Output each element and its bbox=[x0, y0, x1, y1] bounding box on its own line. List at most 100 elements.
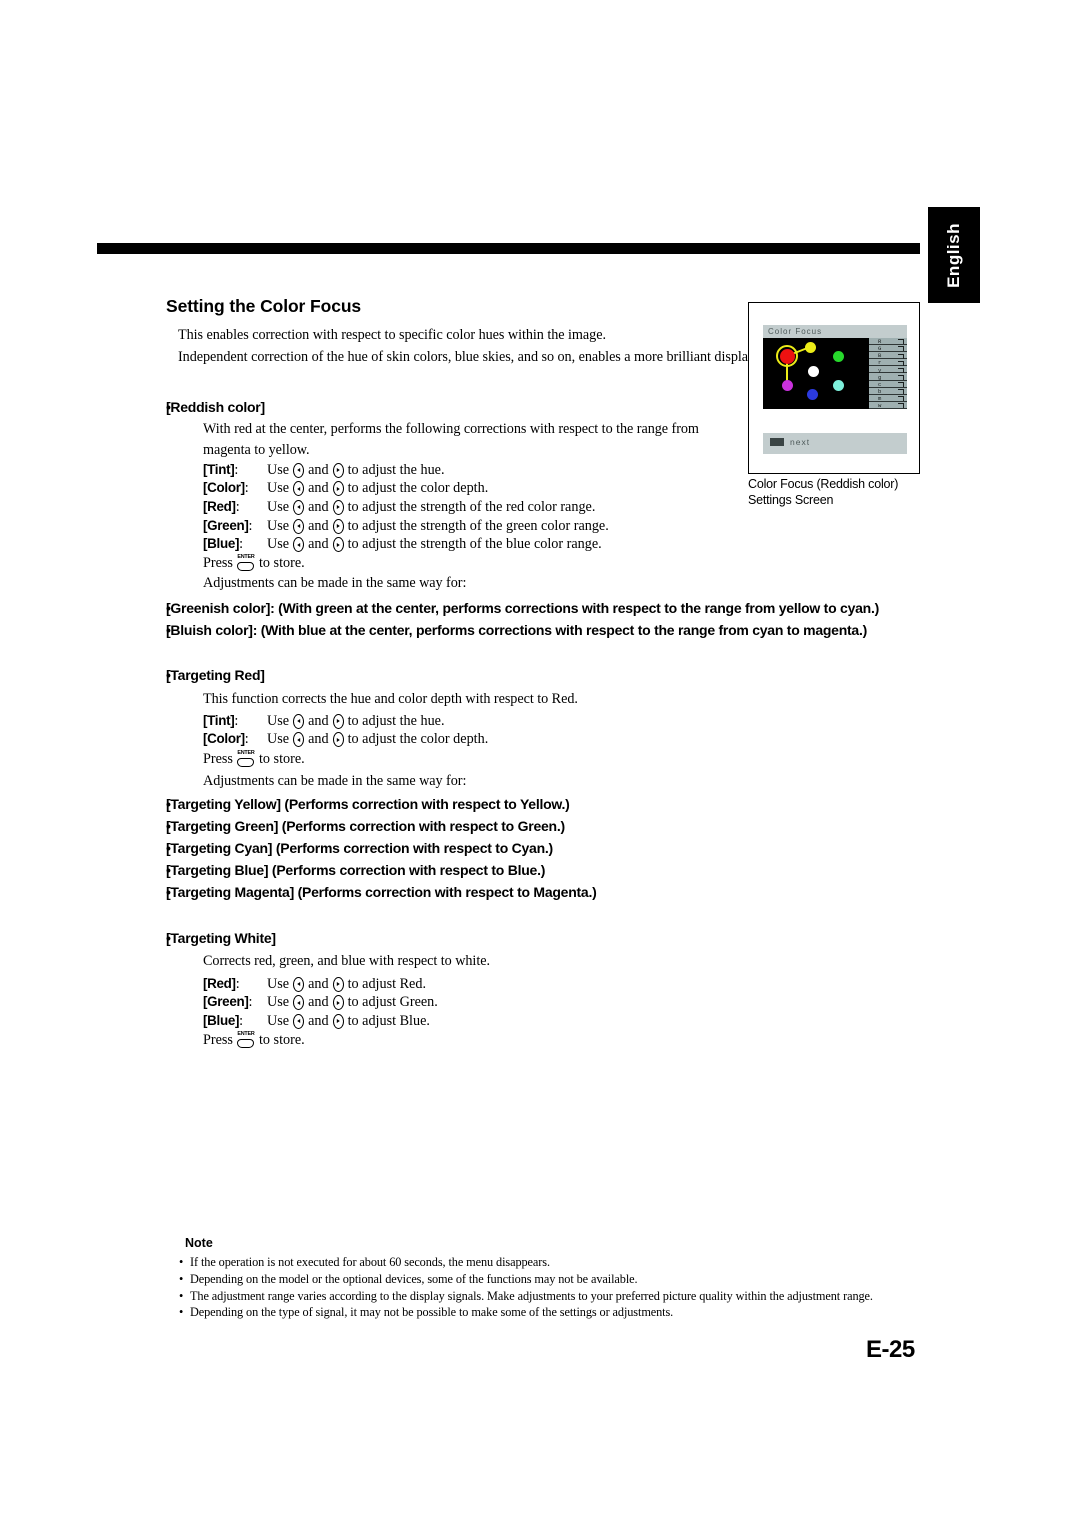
note-item-text: Depending on the model or the optional d… bbox=[190, 1271, 638, 1286]
osd-dot-blue[interactable] bbox=[806, 388, 818, 400]
press-enter-row: Press ENTER to store. bbox=[203, 554, 609, 574]
key-and-text: and bbox=[308, 480, 329, 497]
key-tail-text: to adjust the strength of the green colo… bbox=[347, 517, 609, 534]
osd-caption-line-1: Color Focus (Reddish color) bbox=[748, 477, 899, 491]
heading-reddish-color-label: [Reddish color] bbox=[166, 399, 265, 415]
bullet-bluish-color-label: [Bluish color]: (With blue at the center… bbox=[166, 622, 868, 638]
key-colon: : bbox=[235, 498, 240, 515]
bullet-targeting-blue: • [Targeting Blue] (Performs correction w… bbox=[166, 862, 545, 878]
heading-targeting-white-label: [Targeting White] bbox=[166, 930, 276, 946]
key-use-text: Use bbox=[267, 517, 290, 534]
bullet-marker: • bbox=[166, 818, 171, 834]
bullet-marker: • bbox=[166, 796, 171, 812]
arrow-left-icon bbox=[293, 499, 305, 515]
key-colon: : bbox=[234, 712, 239, 729]
bullet-targeting-yellow: • [Targeting Yellow] (Performs correction… bbox=[166, 796, 570, 812]
press-enter-row: Press ENTER to store. bbox=[203, 749, 488, 769]
note-item: • The adjustment range varies according t… bbox=[179, 1288, 899, 1305]
osd-footer-label: next bbox=[790, 436, 811, 447]
note-item-text: The adjustment range varies according to… bbox=[190, 1288, 873, 1303]
header-rule bbox=[97, 243, 920, 254]
note-item-text: If the operation is not executed for abo… bbox=[190, 1255, 550, 1269]
arrow-left-icon bbox=[293, 976, 305, 992]
key-label: [Color] bbox=[203, 480, 245, 496]
heading-targeting-red-label: [Targeting Red] bbox=[166, 667, 265, 683]
key-label: [Blue] bbox=[203, 536, 240, 552]
osd-channel-row[interactable]: g bbox=[869, 373, 907, 381]
note-title: Note bbox=[185, 1236, 213, 1250]
bullet-targeting-green: • [Targeting Green] (Performs correction … bbox=[166, 818, 565, 834]
arrow-right-icon bbox=[332, 499, 344, 515]
arrow-right-icon bbox=[332, 713, 344, 729]
osd-dot-magenta[interactable] bbox=[781, 379, 793, 391]
osd-channel-row[interactable]: r bbox=[869, 359, 907, 366]
bullet-greenish-color-label: [Greenish color]: (With green at the cen… bbox=[166, 600, 879, 616]
osd-channel-row[interactable]: y bbox=[869, 366, 907, 374]
bullet-marker: • bbox=[166, 930, 171, 946]
key-colon: : bbox=[239, 1012, 244, 1029]
osd-channel-row[interactable]: R bbox=[869, 338, 907, 345]
key-tail-text: to adjust the color depth. bbox=[347, 480, 489, 497]
key-label: [Blue] bbox=[203, 1012, 240, 1028]
osd-channel-value-bar bbox=[898, 381, 904, 387]
osd-dot-cyan[interactable] bbox=[832, 379, 844, 391]
enter-key-icon-label: ENTER bbox=[237, 554, 255, 561]
key-use-text: Use bbox=[267, 994, 290, 1011]
key-and-text: and bbox=[308, 536, 329, 553]
arrow-left-icon bbox=[293, 537, 305, 553]
note-item: • Depending on the type of signal, it may… bbox=[179, 1304, 899, 1321]
bullet-marker: • bbox=[166, 622, 171, 638]
arrow-left-icon bbox=[293, 713, 305, 729]
arrow-left-icon bbox=[293, 995, 305, 1011]
bullet-marker: • bbox=[166, 884, 171, 900]
osd-channel-row[interactable]: c bbox=[869, 380, 907, 388]
bullet-marker: • bbox=[179, 1255, 184, 1269]
osd-channel-row[interactable]: b bbox=[869, 387, 907, 395]
key-colon: : bbox=[248, 517, 253, 534]
bullet-marker: • bbox=[166, 667, 171, 683]
key-use-text: Use bbox=[267, 712, 290, 729]
key-row: [Green]: Use and to adjust Green. bbox=[203, 994, 438, 1013]
key-row: [Tint]: Use and to adjust the hue. bbox=[203, 712, 488, 731]
osd-channel-value-bar bbox=[898, 360, 904, 366]
targeting-white-key-rows: [Red]: Use and to adjust Red. [Green]: U… bbox=[203, 975, 438, 1051]
key-row: [Color]: Use and to adjust the color dep… bbox=[203, 480, 609, 499]
osd-channel-row[interactable]: w bbox=[869, 401, 907, 410]
key-and-text: and bbox=[308, 1012, 329, 1029]
key-colon: : bbox=[248, 994, 253, 1011]
key-row: [Color]: Use and to adjust the color dep… bbox=[203, 731, 488, 750]
key-row: [Blue]: Use and to adjust Blue. bbox=[203, 1012, 438, 1031]
osd-channel-value-bar bbox=[898, 396, 904, 402]
osd-dot-white[interactable] bbox=[807, 365, 819, 377]
bullet-bluish-color: • [Bluish color]: (With blue at the cente… bbox=[166, 622, 867, 638]
enter-key-icon: ENTER bbox=[235, 750, 257, 768]
osd-color-wheel bbox=[763, 338, 871, 409]
key-colon: : bbox=[244, 731, 249, 748]
key-label: [Color] bbox=[203, 731, 245, 747]
osd-channel-row[interactable]: G bbox=[869, 345, 907, 352]
key-row: [Red]: Use and to adjust Red. bbox=[203, 975, 438, 994]
osd-body: RGBrygcbmw bbox=[763, 338, 907, 409]
key-colon: : bbox=[234, 461, 239, 478]
key-and-text: and bbox=[308, 975, 329, 992]
osd-channel-label: w bbox=[878, 402, 882, 410]
key-label: [Green] bbox=[203, 517, 249, 533]
osd-dot-green[interactable] bbox=[832, 350, 844, 362]
press-suffix: to store. bbox=[258, 555, 305, 572]
osd-channel-row[interactable]: B bbox=[869, 352, 907, 359]
osd-channel-value-bar bbox=[898, 367, 904, 373]
key-tail-text: to adjust the color depth. bbox=[347, 731, 489, 748]
osd-channel-value-bar bbox=[898, 389, 904, 395]
key-tail-text: to adjust Red. bbox=[347, 975, 426, 992]
osd-dot-red[interactable] bbox=[779, 348, 795, 364]
osd-channel-value-bar bbox=[898, 346, 904, 352]
targeting-white-description: Corrects red, green, and blue with respe… bbox=[203, 953, 490, 969]
press-prefix: Press bbox=[203, 1032, 233, 1049]
bullet-marker: • bbox=[166, 862, 171, 878]
bullet-marker: • bbox=[166, 600, 171, 616]
osd-channel-row[interactable]: m bbox=[869, 394, 907, 402]
arrow-right-icon bbox=[332, 481, 344, 497]
osd-dot-yellow[interactable] bbox=[804, 341, 816, 353]
key-colon: : bbox=[235, 975, 240, 992]
page-number: E-25 bbox=[866, 1336, 915, 1363]
